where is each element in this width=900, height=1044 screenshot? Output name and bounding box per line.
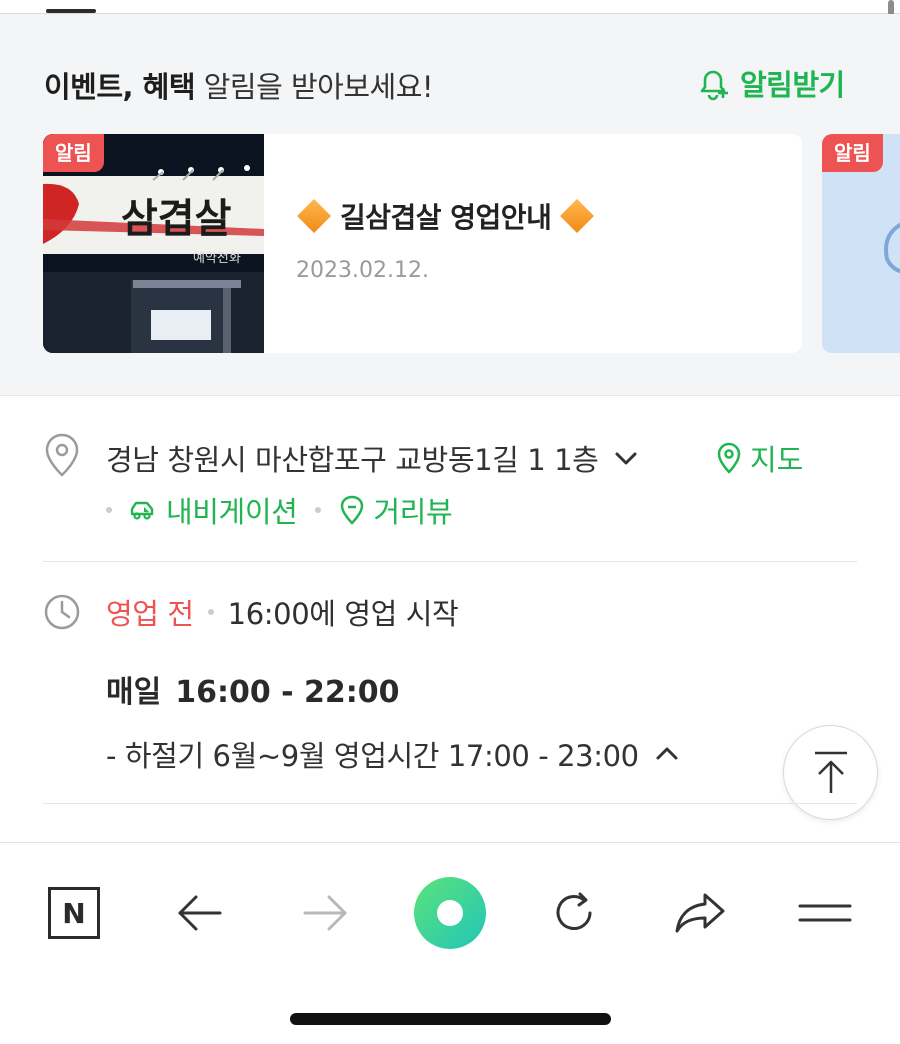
navigation-link[interactable]: 내비게이션: [128, 489, 298, 531]
naver-n-icon: N: [48, 887, 100, 939]
map-pin-icon: [717, 442, 741, 474]
event-card[interactable]: 삼겹살 예약전화 알림 길삼겹살 영업안내 2023.02.12.: [43, 134, 802, 353]
hamburger-menu-icon: [798, 904, 852, 922]
bell-plus-icon: [700, 70, 728, 101]
section-divider: [43, 803, 857, 804]
sign-sub-text: 예약전화: [193, 251, 241, 266]
streetview-link[interactable]: 거리뷰: [339, 489, 453, 531]
arrow-up-bar-icon: [814, 751, 847, 793]
separator-dot: [315, 507, 322, 513]
address-text: 경남 창원시 마산합포구 교방동1길 1 1층: [106, 443, 599, 477]
notice-badge: 알림: [43, 134, 104, 172]
clock-icon: [44, 594, 80, 630]
orange-diamond-icon: [297, 199, 331, 233]
browser-toolbar: N: [0, 842, 900, 1044]
green-dot-icon: [414, 877, 486, 949]
share-arrow-icon: [675, 893, 725, 933]
hours-note: - 하절기 6월~9월 영업시간 17:00 - 23:00: [106, 739, 639, 773]
event-title-bold: 이벤트, 혜택: [44, 70, 196, 104]
event-card-date: 2023.02.12.: [296, 258, 429, 283]
business-status: 영업 전: [106, 597, 194, 631]
event-card-headline: 길삼겹살 영업안내: [296, 196, 603, 236]
hours-day: 매일: [106, 675, 162, 710]
chevron-down-icon: [615, 452, 637, 465]
home-indicator[interactable]: [290, 1013, 611, 1025]
streetview-link-label: 거리뷰: [373, 495, 453, 529]
location-pin-icon: [45, 433, 79, 477]
event-title: 이벤트, 혜택 알림을 받아보세요!: [44, 64, 434, 106]
sign-text: 삼겹살: [121, 195, 232, 242]
refresh-button[interactable]: [534, 873, 614, 953]
business-status-detail: 16:00에 영업 시작: [227, 597, 459, 631]
share-button[interactable]: [660, 873, 740, 953]
event-card-headline-text: 길삼겹살 영업안내: [340, 201, 552, 234]
streetview-pin-icon: [341, 495, 364, 525]
separator-dot: [106, 507, 112, 513]
chevron-up-icon: [656, 747, 678, 760]
notice-badge: 알림: [822, 134, 883, 172]
orange-diamond-icon: [560, 199, 595, 233]
map-link-label: 지도: [750, 443, 804, 477]
arrow-left-icon: [178, 895, 222, 931]
back-button[interactable]: [160, 873, 240, 953]
section-divider: [43, 561, 857, 562]
arrow-right-icon: [303, 895, 347, 931]
car-icon: [130, 501, 154, 520]
event-title-rest: 알림을 받아보세요!: [195, 70, 434, 104]
refresh-icon: [556, 892, 592, 930]
navigation-link-label: 내비게이션: [166, 495, 298, 529]
menu-button[interactable]: [785, 873, 865, 953]
address-row[interactable]: 경남 창원시 마산합포구 교방동1길 1 1층: [106, 437, 640, 479]
hours-note-row[interactable]: - 하절기 6월~9월 영업시간 17:00 - 23:00: [106, 733, 681, 775]
map-link[interactable]: 지도: [716, 437, 803, 479]
event-card[interactable]: 알림: [822, 134, 900, 353]
business-hours: 매일 16:00 - 22:00: [106, 667, 400, 711]
forward-button[interactable]: [285, 873, 365, 953]
separator-dot: [207, 609, 214, 615]
event-section: 이벤트, 혜택 알림을 받아보세요! 알림받기 삼겹살 예약전화 알림 길삼겹살…: [0, 14, 900, 396]
alarm-subscribe-label: 알림받기: [740, 68, 845, 102]
green-dot-button[interactable]: [410, 873, 490, 953]
alarm-subscribe-button[interactable]: 알림받기: [694, 62, 845, 104]
scroll-to-top-button[interactable]: [783, 725, 878, 820]
route-links: 내비게이션 거리뷰: [106, 489, 453, 531]
business-status-row: 영업 전 16:00에 영업 시작: [106, 591, 459, 633]
hours-time: 16:00 - 22:00: [175, 675, 400, 710]
naver-home-button[interactable]: N: [34, 873, 114, 953]
